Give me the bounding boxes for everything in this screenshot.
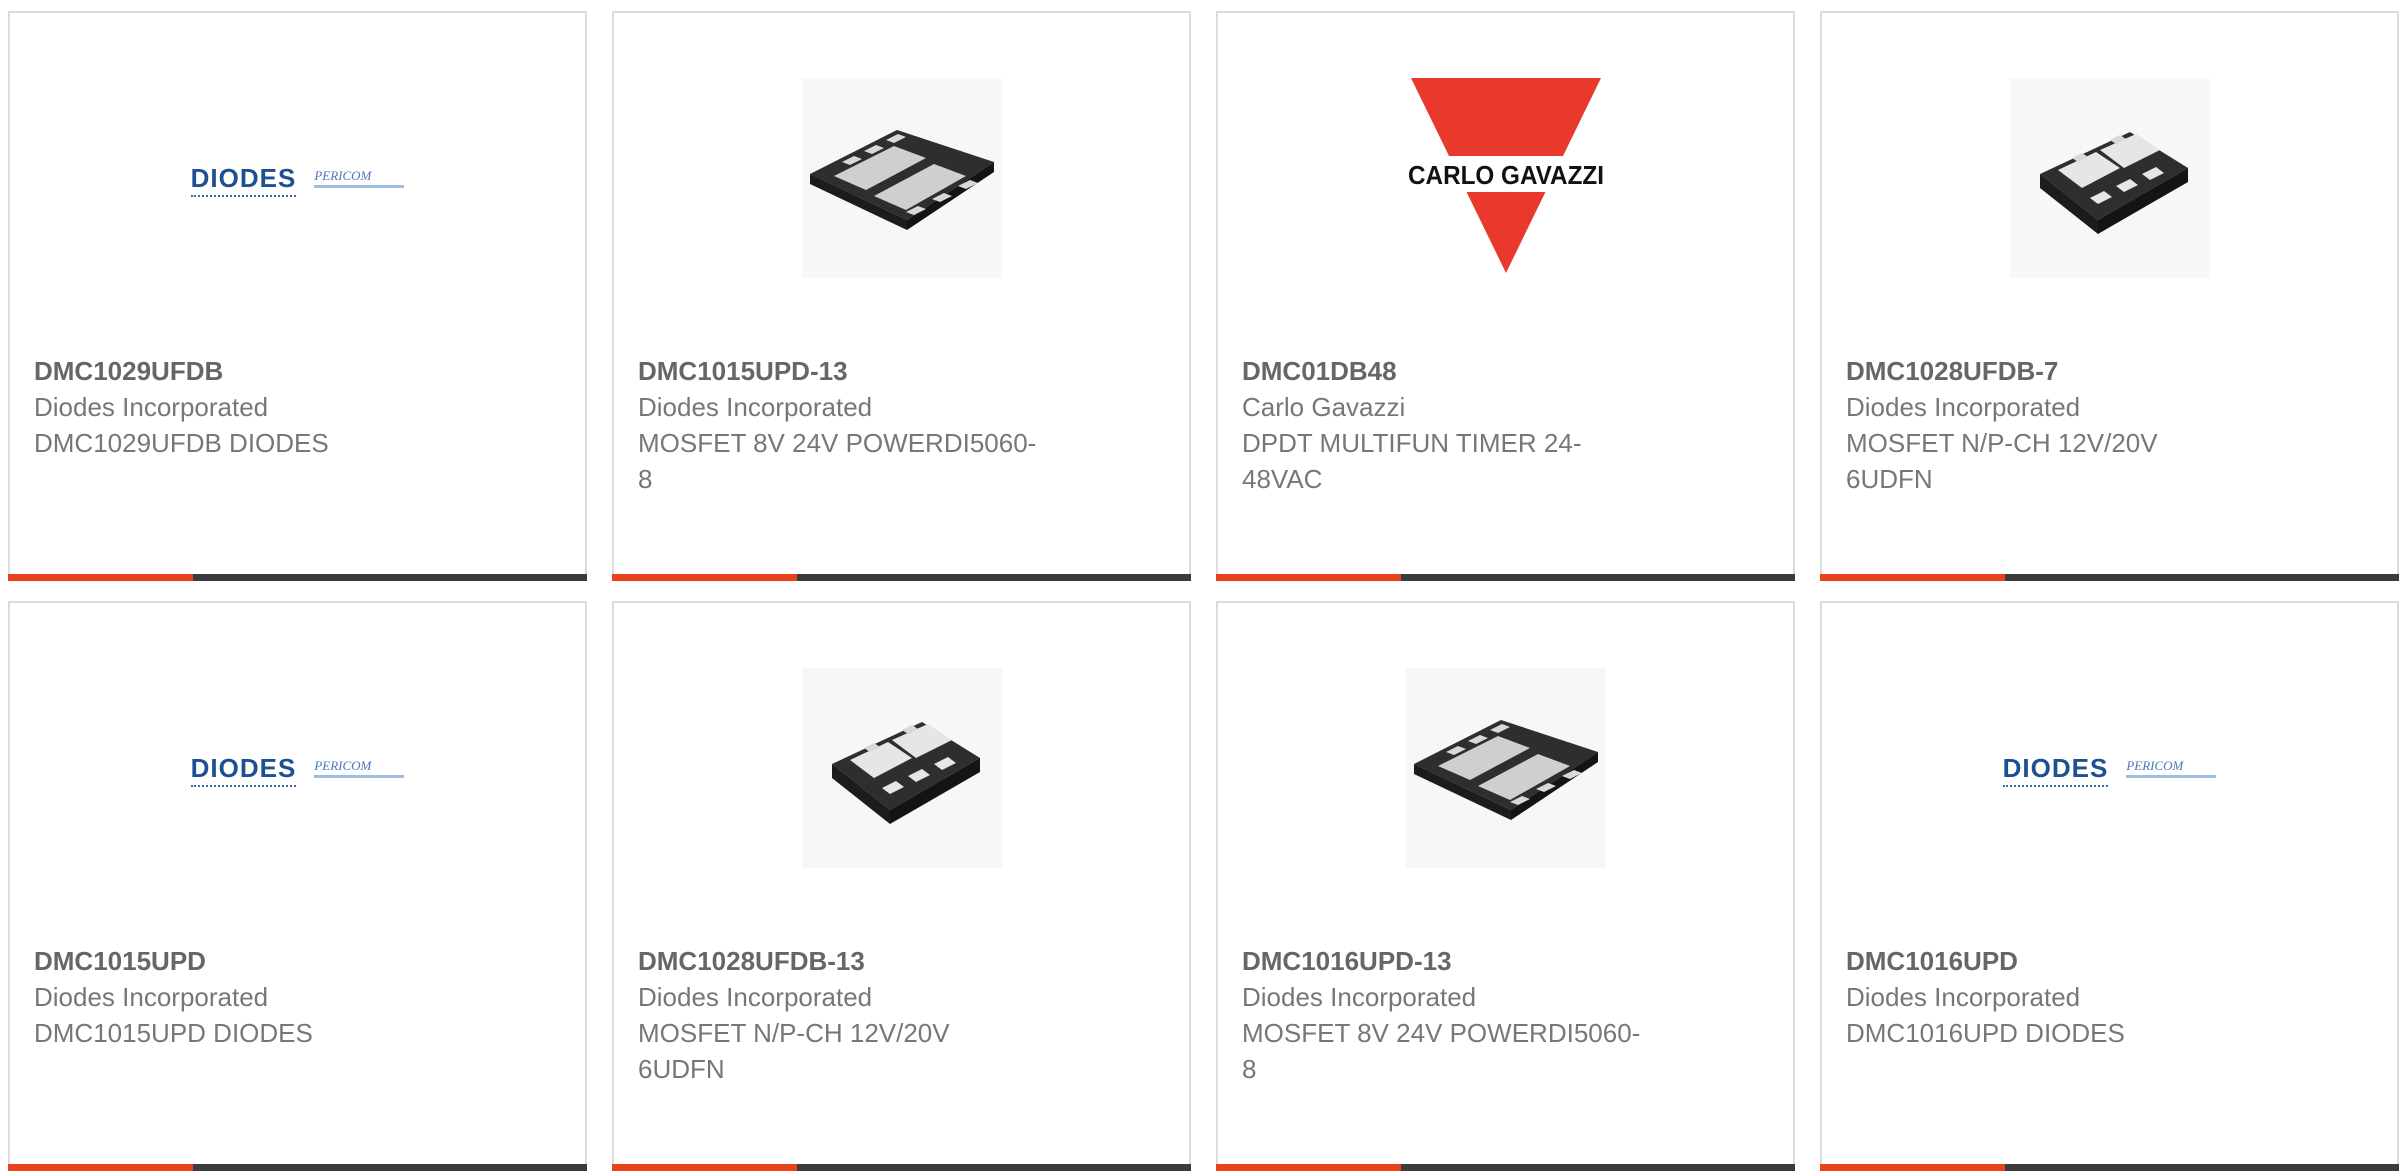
product-card[interactable]: DMC1028UFDB-13 Diodes Incorporated MOSFE… xyxy=(612,601,1191,1171)
manufacturer-name: Carlo Gavazzi xyxy=(1242,392,1406,422)
product-image[interactable] xyxy=(614,663,1189,873)
product-card[interactable]: DIODES PERICOM DMC1015UPD Diodes Incorpo… xyxy=(8,601,587,1171)
part-number-link[interactable]: DMC1015UPD xyxy=(34,943,435,979)
product-card[interactable]: DIODES PERICOM DMC1029UFDB Diodes Incorp… xyxy=(8,11,587,581)
udfn6-chip-image xyxy=(2009,78,2210,278)
product-image[interactable]: CARLO GAVAZZI xyxy=(1218,73,1793,283)
product-image[interactable] xyxy=(1218,663,1793,873)
diodes-pericom-logo: DIODES PERICOM xyxy=(190,753,405,787)
manufacturer-name: Diodes Incorporated xyxy=(1242,982,1477,1012)
part-number-link[interactable]: DMC1029UFDB xyxy=(34,353,435,389)
manufacturer-name: Diodes Incorporated xyxy=(1846,982,2081,1012)
carlo-gavazzi-logo-text: CARLO GAVAZZI xyxy=(1408,160,1604,190)
product-image[interactable]: DIODES PERICOM xyxy=(1822,663,2397,873)
manufacturer-name: Diodes Incorporated xyxy=(1846,392,2081,422)
product-description: DMC1016UPD DIODES xyxy=(1846,1018,2125,1048)
card-accent-bar xyxy=(1820,574,2399,581)
card-accent-bar xyxy=(1216,1164,1795,1171)
card-accent-bar xyxy=(8,574,587,581)
pericom-logo: PERICOM xyxy=(314,168,405,188)
diodes-logo-text: DIODES xyxy=(190,163,297,197)
part-number-link[interactable]: DMC1015UPD-13 xyxy=(638,353,1039,389)
pericom-logo: PERICOM xyxy=(2126,758,2217,778)
product-info: DMC1015UPD-13 Diodes Incorporated MOSFET… xyxy=(638,353,1039,497)
product-image[interactable] xyxy=(1822,73,2397,283)
pericom-logo: PERICOM xyxy=(314,758,405,778)
product-description: MOSFET 8V 24V POWERDI5060-8 xyxy=(638,428,1037,494)
udfn6-chip-image xyxy=(801,668,1002,868)
part-number-link[interactable]: DMC1028UFDB-7 xyxy=(1846,353,2247,389)
product-grid: DIODES PERICOM DMC1029UFDB Diodes Incorp… xyxy=(8,11,2400,1171)
powerdi5060-chip-image xyxy=(1405,668,1606,868)
card-accent-bar xyxy=(612,574,1191,581)
product-image[interactable] xyxy=(614,73,1189,283)
product-info: DMC01DB48 Carlo Gavazzi DPDT MULTIFUN TI… xyxy=(1242,353,1643,497)
manufacturer-name: Diodes Incorporated xyxy=(34,982,269,1012)
card-accent-bar xyxy=(1820,1164,2399,1171)
product-description: DMC1029UFDB DIODES xyxy=(34,428,329,458)
product-description: DMC1015UPD DIODES xyxy=(34,1018,313,1048)
part-number-link[interactable]: DMC01DB48 xyxy=(1242,353,1643,389)
diodes-pericom-logo: DIODES PERICOM xyxy=(190,163,405,197)
part-number-link[interactable]: DMC1028UFDB-13 xyxy=(638,943,1039,979)
diodes-logo-text: DIODES xyxy=(2002,753,2109,787)
product-card[interactable]: DMC1028UFDB-7 Diodes Incorporated MOSFET… xyxy=(1820,11,2399,581)
product-description: MOSFET N/P-CH 12V/20V 6UDFN xyxy=(1846,428,2158,494)
product-info: DMC1016UPD Diodes Incorporated DMC1016UP… xyxy=(1846,943,2247,1051)
card-accent-bar xyxy=(1216,574,1795,581)
product-info: DMC1015UPD Diodes Incorporated DMC1015UP… xyxy=(34,943,435,1051)
product-description: DPDT MULTIFUN TIMER 24-48VAC xyxy=(1242,428,1582,494)
product-description: MOSFET 8V 24V POWERDI5060-8 xyxy=(1242,1018,1641,1084)
product-image[interactable]: DIODES PERICOM xyxy=(10,73,585,283)
product-card[interactable]: DMC1015UPD-13 Diodes Incorporated MOSFET… xyxy=(612,11,1191,581)
card-accent-bar xyxy=(612,1164,1191,1171)
powerdi5060-chip-image xyxy=(801,78,1002,278)
product-description: MOSFET N/P-CH 12V/20V 6UDFN xyxy=(638,1018,950,1084)
manufacturer-name: Diodes Incorporated xyxy=(34,392,269,422)
part-number-link[interactable]: DMC1016UPD-13 xyxy=(1242,943,1643,979)
card-accent-bar xyxy=(8,1164,587,1171)
diodes-pericom-logo: DIODES PERICOM xyxy=(2002,753,2217,787)
manufacturer-name: Diodes Incorporated xyxy=(638,392,873,422)
product-info: DMC1029UFDB Diodes Incorporated DMC1029U… xyxy=(34,353,435,461)
product-card[interactable]: CARLO GAVAZZI DMC01DB48 Carlo Gavazzi DP… xyxy=(1216,11,1795,581)
part-number-link[interactable]: DMC1016UPD xyxy=(1846,943,2247,979)
manufacturer-name: Diodes Incorporated xyxy=(638,982,873,1012)
diodes-logo-text: DIODES xyxy=(190,753,297,787)
product-card[interactable]: DIODES PERICOM DMC1016UPD Diodes Incorpo… xyxy=(1820,601,2399,1171)
carlo-gavazzi-logo: CARLO GAVAZZI xyxy=(1400,78,1611,273)
product-card[interactable]: DMC1016UPD-13 Diodes Incorporated MOSFET… xyxy=(1216,601,1795,1171)
product-image[interactable]: DIODES PERICOM xyxy=(10,663,585,873)
product-info: DMC1028UFDB-7 Diodes Incorporated MOSFET… xyxy=(1846,353,2247,497)
product-info: DMC1016UPD-13 Diodes Incorporated MOSFET… xyxy=(1242,943,1643,1087)
product-info: DMC1028UFDB-13 Diodes Incorporated MOSFE… xyxy=(638,943,1039,1087)
